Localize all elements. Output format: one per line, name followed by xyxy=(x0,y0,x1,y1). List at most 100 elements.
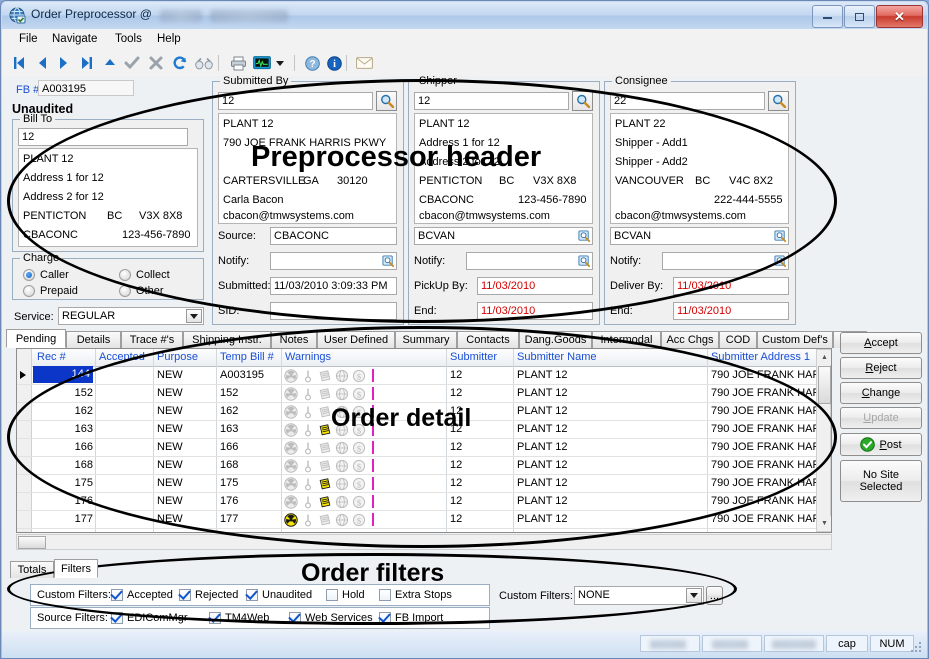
print-icon[interactable] xyxy=(228,53,248,73)
tab-notes[interactable]: Notes xyxy=(271,331,317,348)
col-header-purpose[interactable]: Purpose xyxy=(157,351,198,363)
checkbox-rejected[interactable] xyxy=(179,589,191,601)
tab-intermodal[interactable]: Intermodal xyxy=(592,331,661,348)
table-row[interactable]: 175NEW17512PLANT 12790 JOE FRANK HARR$ xyxy=(17,474,831,493)
check-icon[interactable] xyxy=(122,53,142,73)
checkbox-extra-stops[interactable] xyxy=(379,589,391,601)
menu-item-tools[interactable]: Tools xyxy=(110,32,147,46)
minimize-button[interactable] xyxy=(812,5,843,28)
tab-totals[interactable]: Totals xyxy=(10,561,54,578)
radio-prepaid[interactable] xyxy=(23,285,35,297)
submitted-notify-lookup-icon[interactable] xyxy=(381,254,395,268)
consignee-code-field[interactable]: 22 xyxy=(610,92,765,110)
checkbox-unaudited[interactable] xyxy=(246,589,258,601)
maximize-button[interactable] xyxy=(844,5,875,28)
table-row[interactable]: 177NEW17712PLANT 12790 JOE FRANK HARR$ xyxy=(17,510,831,529)
radio-other[interactable] xyxy=(119,285,131,297)
consignee-terminal-field[interactable]: BCVAN xyxy=(610,227,789,245)
reject-button[interactable]: Reject xyxy=(840,357,922,379)
help-icon[interactable]: ? xyxy=(302,53,322,73)
menu-item-file[interactable]: File xyxy=(14,32,43,46)
table-row[interactable]: 152NEW15212PLANT 12790 JOE FRANK HARR$ xyxy=(17,384,831,403)
shipper-notify-field[interactable] xyxy=(466,252,593,270)
table-row[interactable]: 176NEW17612PLANT 12790 JOE FRANK HARR$ xyxy=(17,492,831,511)
table-row[interactable]: 162NEW16212PLANT 12790 JOE FRANK HARR$ xyxy=(17,402,831,421)
site-status-button[interactable]: No Site Selected xyxy=(840,460,922,502)
scroll-thumb[interactable] xyxy=(818,366,831,404)
custom-filters-ellipsis-button[interactable]: ... xyxy=(706,586,723,605)
pickup-by-field[interactable]: 11/03/2010 xyxy=(477,277,593,295)
grid-vertical-scrollbar[interactable]: ▲ ▼ xyxy=(816,349,831,532)
custom-filters-select-button[interactable] xyxy=(686,588,702,603)
accept-button[interactable]: Accept xyxy=(840,332,922,354)
col-header-warnings[interactable]: Warnings xyxy=(285,351,331,363)
tab-filters[interactable]: Filters xyxy=(54,559,98,578)
pending-orders-grid[interactable]: Rec # Accepted Purpose Temp Bill # Warni… xyxy=(16,348,832,533)
col-header-accepted[interactable]: Accepted xyxy=(99,351,145,363)
h-scroll-thumb[interactable] xyxy=(18,536,46,549)
tab-contacts[interactable]: Contacts xyxy=(457,331,519,348)
tab-custom-defs[interactable]: Custom Def's xyxy=(757,331,833,348)
scroll-down-button[interactable]: ▼ xyxy=(817,516,832,531)
col-header-submitter[interactable]: Submitter xyxy=(450,351,497,363)
grid-horizontal-scrollbar[interactable] xyxy=(16,534,832,550)
tab-pending[interactable]: Pending xyxy=(6,329,66,348)
tab-details[interactable]: Details xyxy=(66,331,121,348)
source-field[interactable]: CBACONC xyxy=(270,227,397,245)
radio-collect[interactable] xyxy=(119,269,131,281)
tab-user-defined[interactable]: User Defined xyxy=(317,331,395,348)
consignee-end-field[interactable]: 11/03/2010 xyxy=(673,302,789,320)
resize-grip[interactable] xyxy=(911,642,923,654)
shipper-notify-lookup-icon[interactable] xyxy=(577,254,591,268)
checkbox-web-services[interactable] xyxy=(289,612,301,624)
consignee-terminal-lookup-icon[interactable] xyxy=(773,229,787,243)
deliver-by-field[interactable]: 11/03/2010 xyxy=(673,277,789,295)
shipper-terminal-field[interactable]: BCVAN xyxy=(414,227,593,245)
col-header-rec-number[interactable]: Rec # xyxy=(37,351,66,363)
col-header-submitter-address[interactable]: Submitter Address 1 xyxy=(711,351,810,363)
service-combo-button[interactable] xyxy=(186,309,202,323)
table-row[interactable]: 168NEW16812PLANT 12790 JOE FRANK HARR$ xyxy=(17,456,831,475)
tab-summary[interactable]: Summary xyxy=(395,331,457,348)
col-header-submitter-name[interactable]: Submitter Name xyxy=(517,351,596,363)
service-combo[interactable]: REGULAR xyxy=(58,307,204,325)
tab-cod[interactable]: COD xyxy=(719,331,757,348)
sid-field[interactable] xyxy=(270,302,397,320)
move-up-icon[interactable] xyxy=(100,53,120,73)
cancel-icon[interactable] xyxy=(146,53,166,73)
tab-acc-chgs[interactable]: Acc Chgs xyxy=(661,331,719,348)
last-record-icon[interactable] xyxy=(76,53,96,73)
custom-filters-select[interactable]: NONE xyxy=(574,586,704,605)
submitted-by-code-field[interactable]: 12 xyxy=(218,92,373,110)
consignee-lookup-button[interactable] xyxy=(768,91,789,111)
checkbox-fb-import[interactable] xyxy=(379,612,391,624)
consignee-notify-field[interactable] xyxy=(662,252,789,270)
tab-dangerous-goods[interactable]: Dang.Goods xyxy=(519,331,592,348)
mail-icon[interactable] xyxy=(354,53,374,73)
shipper-end-field[interactable]: 11/03/2010 xyxy=(477,302,593,320)
binoculars-icon[interactable] xyxy=(194,53,214,73)
next-record-icon[interactable] xyxy=(54,53,74,73)
shipper-terminal-lookup-icon[interactable] xyxy=(577,229,591,243)
submitted-by-lookup-button[interactable] xyxy=(376,91,397,111)
checkbox-hold[interactable] xyxy=(326,589,338,601)
shipper-lookup-button[interactable] xyxy=(572,91,593,111)
tab-trace-numbers[interactable]: Trace #'s xyxy=(121,331,183,348)
menu-item-navigate[interactable]: Navigate xyxy=(47,32,102,46)
checkbox-accepted[interactable] xyxy=(111,589,123,601)
monitor-icon[interactable] xyxy=(252,53,272,73)
tab-shipping-instr[interactable]: Shipping Instr. xyxy=(183,331,271,348)
bill-to-code-field[interactable]: 12 xyxy=(18,128,188,146)
monitor-dropdown-icon[interactable] xyxy=(274,53,286,73)
checkbox-tm4web[interactable] xyxy=(209,612,221,624)
shipper-code-field[interactable]: 12 xyxy=(414,92,569,110)
post-button[interactable]: Post xyxy=(840,433,922,456)
close-button[interactable]: ✕ xyxy=(876,5,923,28)
table-row[interactable]: 144NEWA00319512PLANT 12790 JOE FRANK HAR… xyxy=(17,366,831,385)
consignee-notify-lookup-icon[interactable] xyxy=(773,254,787,268)
change-button[interactable]: Change xyxy=(840,382,922,404)
radio-caller[interactable] xyxy=(23,269,35,281)
fb-number-field[interactable]: A003195 xyxy=(38,80,134,96)
table-row[interactable]: 166NEW16612PLANT 12790 JOE FRANK HARR$ xyxy=(17,438,831,457)
col-header-temp-bill[interactable]: Temp Bill # xyxy=(220,351,274,363)
